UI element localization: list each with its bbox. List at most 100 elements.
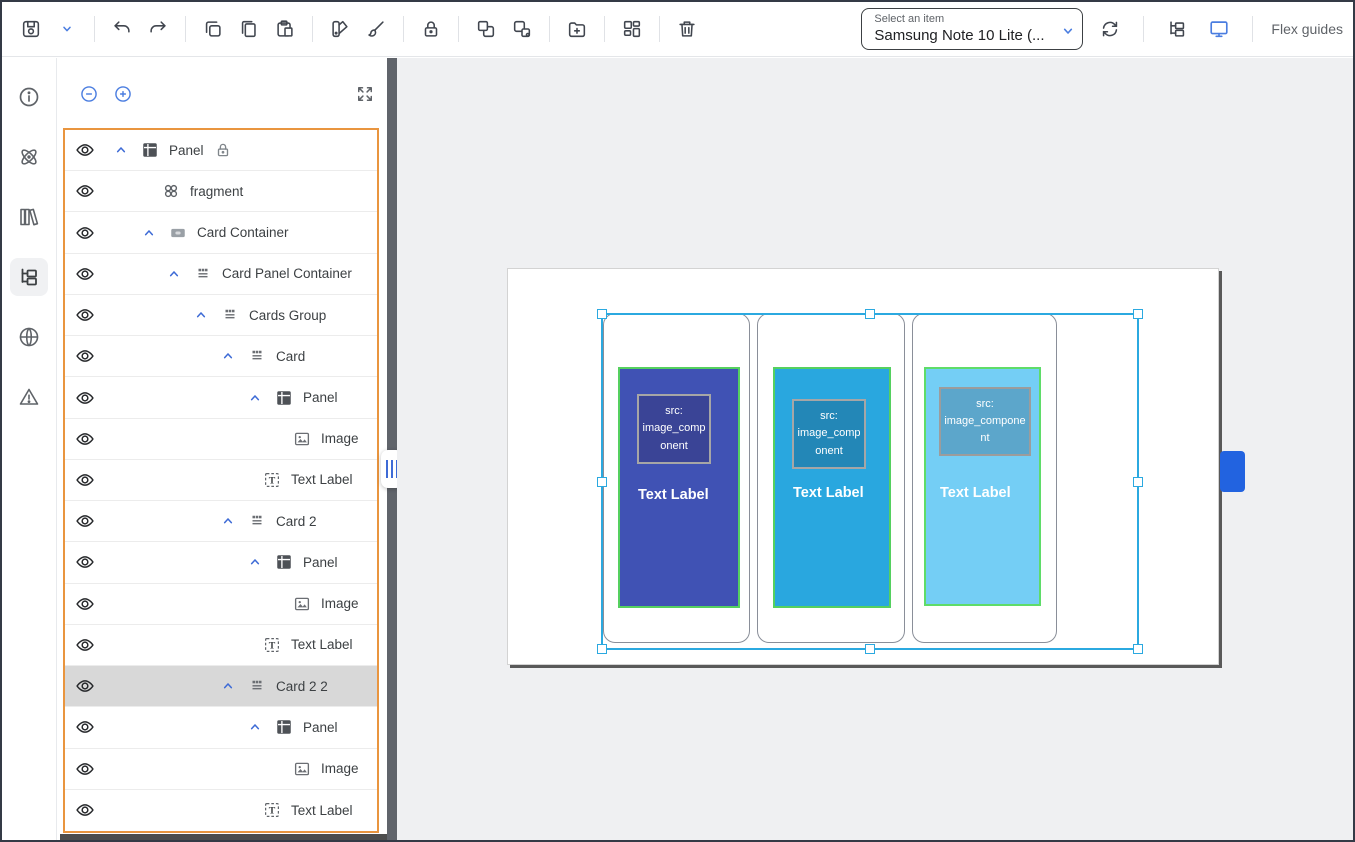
collapse-chevron-icon[interactable] (247, 554, 263, 570)
canvas-card-1[interactable]: src: image_component Text Label (603, 313, 750, 643)
preview-monitor-button[interactable] (1204, 14, 1234, 44)
canvas-card-3[interactable]: src: image_component Text Label (912, 313, 1057, 643)
tree-row-panel[interactable]: Panel (65, 707, 377, 748)
visibility-eye-icon[interactable] (75, 181, 95, 201)
theme-palette-button[interactable] (325, 14, 355, 44)
tree-row-card-panel-container[interactable]: Card Panel Container (65, 254, 377, 295)
bring-forward-button[interactable] (471, 14, 501, 44)
visibility-eye-icon[interactable] (75, 470, 95, 490)
visibility-eye-icon[interactable] (75, 264, 95, 284)
send-backward-button[interactable] (507, 14, 537, 44)
refresh-button[interactable] (1095, 14, 1125, 44)
selection-handle-bm[interactable] (865, 644, 875, 654)
card-panel[interactable]: src: image_component Text Label (924, 367, 1041, 606)
visibility-eye-icon[interactable] (75, 140, 95, 160)
brush-button[interactable] (361, 14, 391, 44)
selection-handle-tm[interactable] (865, 309, 875, 319)
duplicate-button[interactable] (234, 14, 264, 44)
visibility-eye-icon[interactable] (75, 717, 95, 737)
tree-row-label: Text Label (291, 472, 353, 487)
tree-row-card-2[interactable]: Card 2 (65, 501, 377, 542)
svg-text:T: T (269, 641, 276, 652)
save-button[interactable] (16, 14, 46, 44)
visibility-eye-icon[interactable] (75, 635, 95, 655)
card-text-label[interactable]: Text Label (638, 487, 709, 503)
image-placeholder[interactable]: src: image_component (637, 394, 711, 464)
tree-row-cards-group[interactable]: Cards Group (65, 295, 377, 336)
tree-icon (17, 265, 41, 289)
zoom-out-button[interactable] (79, 84, 99, 104)
collapse-chevron-icon[interactable] (247, 719, 263, 735)
visibility-eye-icon[interactable] (75, 594, 95, 614)
visibility-eye-icon[interactable] (75, 511, 95, 531)
visibility-eye-icon[interactable] (75, 552, 95, 572)
tree-row-fragment[interactable]: fragment (65, 171, 377, 212)
rail-item-info[interactable] (10, 78, 48, 116)
tree-row-text-label[interactable]: TText Label (65, 460, 377, 501)
collapse-chevron-icon[interactable] (220, 678, 236, 694)
visibility-eye-icon[interactable] (75, 223, 95, 243)
collapse-chevron-icon[interactable] (193, 307, 209, 323)
rail-item-tree[interactable] (10, 258, 48, 296)
panel-divider-scrollbar[interactable] (387, 58, 397, 840)
collapse-chevron-icon[interactable] (220, 348, 236, 364)
lock-button[interactable] (416, 14, 446, 44)
tree-row-panel[interactable]: Panel (65, 542, 377, 583)
rail-item-globe[interactable] (10, 318, 48, 356)
selection-handle-ml[interactable] (597, 477, 607, 487)
add-folder-button[interactable] (562, 14, 592, 44)
selection-handle-br[interactable] (1133, 644, 1143, 654)
rail-item-atom[interactable] (10, 138, 48, 176)
image-placeholder[interactable]: src: image_component (939, 387, 1031, 456)
collapse-chevron-icon[interactable] (220, 513, 236, 529)
visibility-eye-icon[interactable] (75, 346, 95, 366)
artboard[interactable]: src: image_componentText Labelsrc: image… (507, 268, 1219, 665)
expand-tree-button[interactable] (355, 84, 375, 104)
tree-row-image[interactable]: Image (65, 419, 377, 460)
redo-button[interactable] (143, 14, 173, 44)
zoom-in-button[interactable] (113, 84, 133, 104)
paste-button[interactable] (270, 14, 300, 44)
design-canvas[interactable]: src: image_componentText Labelsrc: image… (397, 58, 1353, 840)
selection-handle-tr[interactable] (1133, 309, 1143, 319)
collapse-chevron-icon[interactable] (113, 142, 129, 158)
selection-handle-tl[interactable] (597, 309, 607, 319)
visibility-eye-icon[interactable] (75, 676, 95, 696)
undo-button[interactable] (107, 14, 137, 44)
tree-row-panel[interactable]: Panel (65, 130, 377, 171)
collapse-chevron-icon[interactable] (141, 225, 157, 241)
tree-row-card-container[interactable]: Card Container (65, 212, 377, 253)
rail-item-warnings[interactable] (10, 378, 48, 416)
card-panel[interactable]: src: image_component Text Label (618, 367, 740, 608)
tree-row-card[interactable]: Card (65, 336, 377, 377)
visibility-eye-icon[interactable] (75, 759, 95, 779)
rail-item-library[interactable] (10, 198, 48, 236)
copy-button[interactable] (198, 14, 228, 44)
tree-row-text-label[interactable]: TText Label (65, 790, 377, 831)
visibility-eye-icon[interactable] (75, 388, 95, 408)
device-selector[interactable]: Select an item Samsung Note 10 Lite (... (861, 8, 1083, 50)
side-panel-handle[interactable] (1220, 451, 1245, 492)
tree-row-image[interactable]: Image (65, 584, 377, 625)
collapse-chevron-icon[interactable] (247, 390, 263, 406)
collapse-chevron-icon[interactable] (166, 266, 182, 282)
card-panel[interactable]: src: image_component Text Label (773, 367, 891, 608)
card-text-label[interactable]: Text Label (940, 485, 1011, 501)
tree-row-panel[interactable]: Panel (65, 377, 377, 418)
visibility-eye-icon[interactable] (75, 429, 95, 449)
save-expand-chevron-button[interactable] (52, 14, 82, 44)
selection-handle-bl[interactable] (597, 644, 607, 654)
visibility-eye-icon[interactable] (75, 305, 95, 325)
selection-handle-mr[interactable] (1133, 477, 1143, 487)
tree-row-text-label[interactable]: TText Label (65, 625, 377, 666)
layout-grid-button[interactable] (617, 14, 647, 44)
image-placeholder[interactable]: src: image_component (792, 399, 866, 469)
visibility-eye-icon[interactable] (75, 800, 95, 820)
tree-row-card-2-2[interactable]: Card 2 2 (65, 666, 377, 707)
delete-button[interactable] (672, 14, 702, 44)
card-text-label[interactable]: Text Label (793, 485, 864, 501)
canvas-card-2[interactable]: src: image_component Text Label (757, 313, 905, 643)
tree-horizontal-scrollbar[interactable] (60, 834, 390, 840)
tree-view-button[interactable] (1162, 14, 1192, 44)
tree-row-image[interactable]: Image (65, 749, 377, 790)
